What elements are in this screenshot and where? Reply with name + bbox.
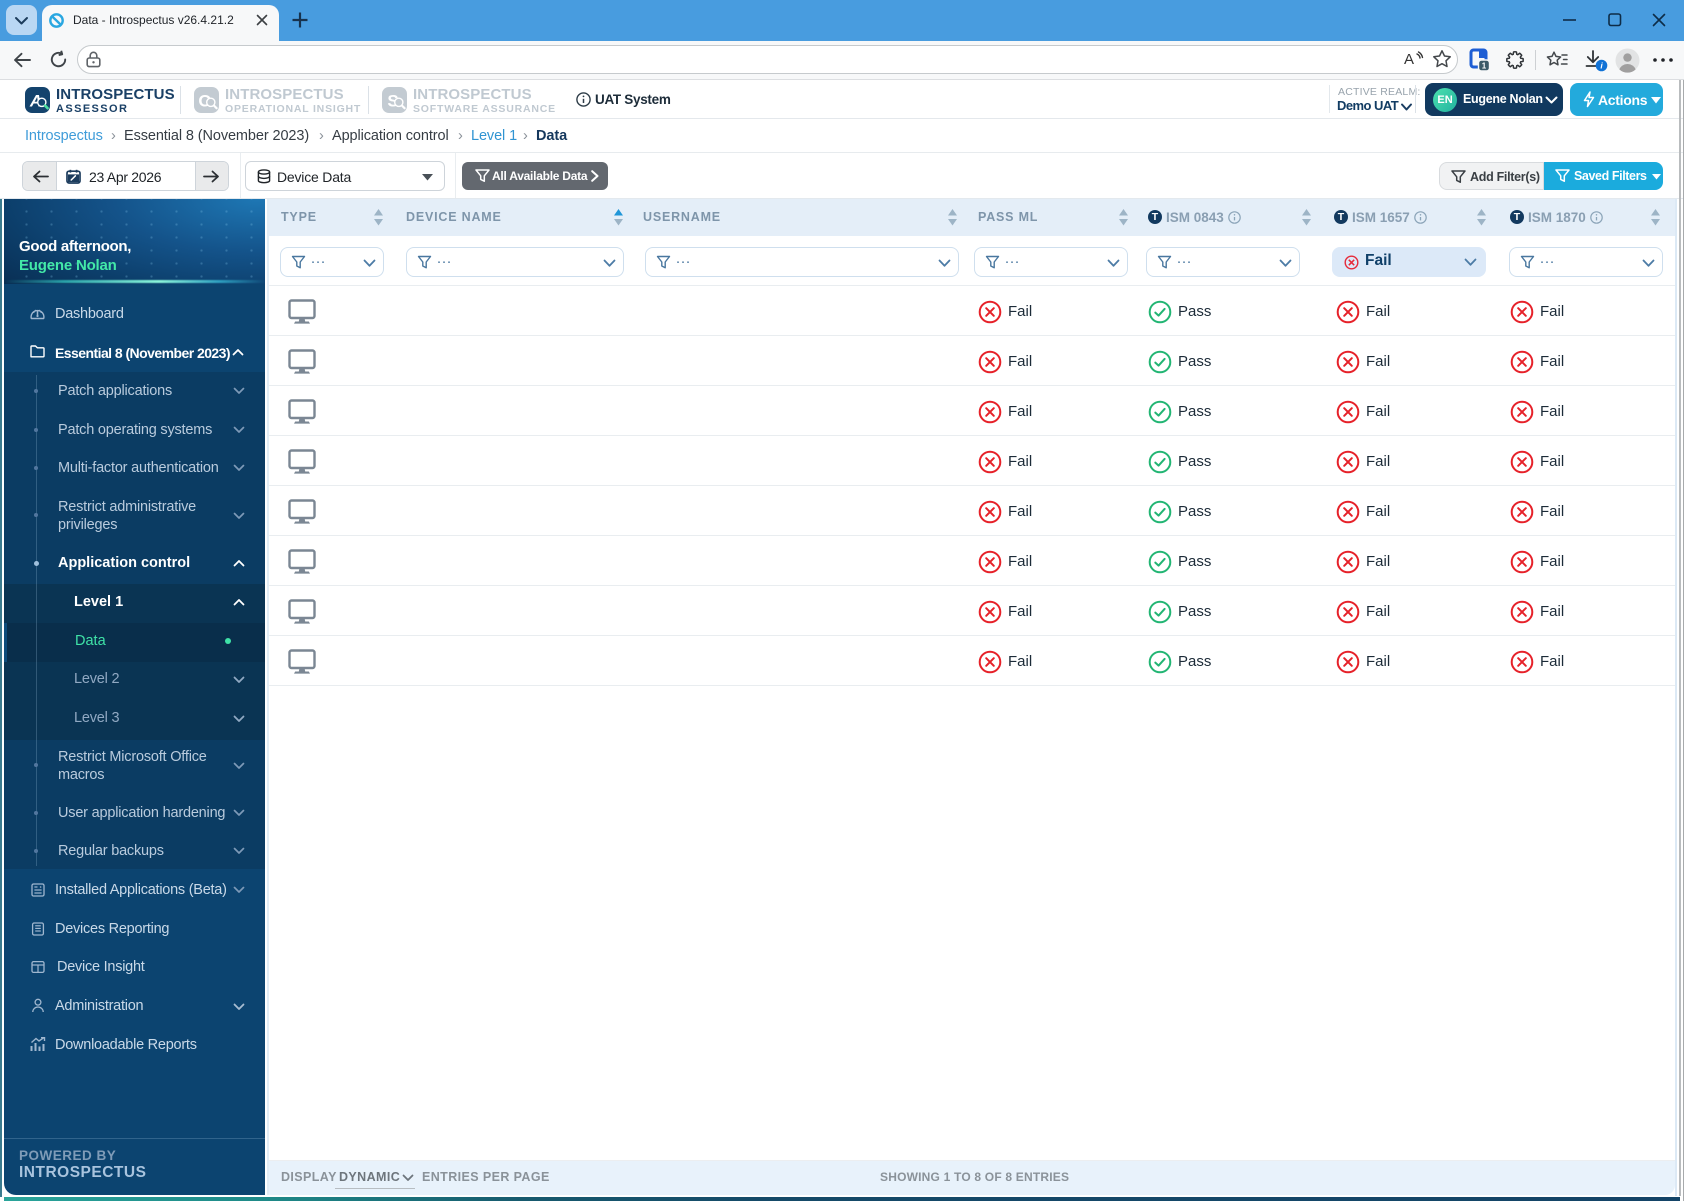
svg-text:A: A [1404,51,1414,68]
svg-text:1: 1 [1482,62,1487,71]
